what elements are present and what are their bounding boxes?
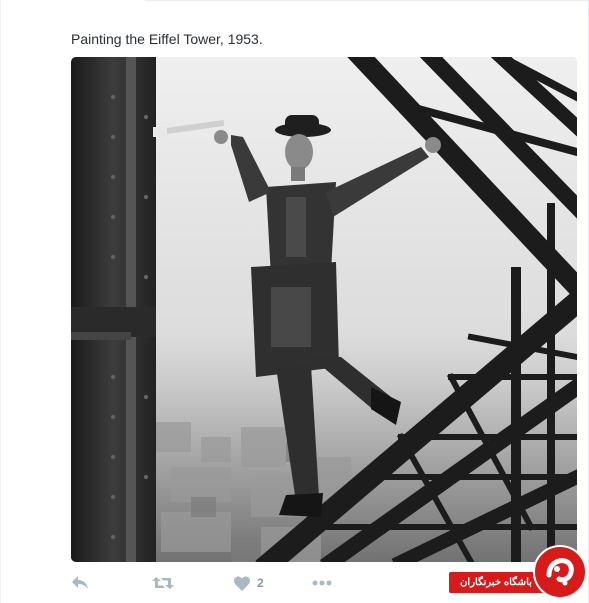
retweet-icon [152, 577, 174, 589]
like-button[interactable]: 2 [234, 574, 264, 592]
tweet-text: Painting the Eiffel Tower, 1953. [71, 31, 263, 47]
watermark-emblem-icon [533, 545, 587, 599]
retweet-button[interactable] [152, 574, 174, 592]
photo-image [71, 57, 577, 562]
tweet-page: Painting the Eiffel Tower, 1953. 2 باشگا… [0, 0, 589, 603]
like-count: 2 [257, 576, 264, 590]
reply-icon [72, 576, 88, 589]
left-border [0, 0, 1, 603]
more-icon [312, 580, 332, 586]
more-button[interactable] [312, 574, 332, 592]
tweet-photo[interactable] [71, 57, 577, 562]
watermark-label: باشگاه خبرنگاران [449, 572, 543, 593]
top-divider [0, 0, 589, 1]
tweet-actions: 2 [71, 574, 431, 592]
heart-icon [234, 575, 250, 591]
watermark-logo: باشگاه خبرنگاران [449, 545, 589, 603]
reply-button[interactable] [71, 574, 89, 592]
